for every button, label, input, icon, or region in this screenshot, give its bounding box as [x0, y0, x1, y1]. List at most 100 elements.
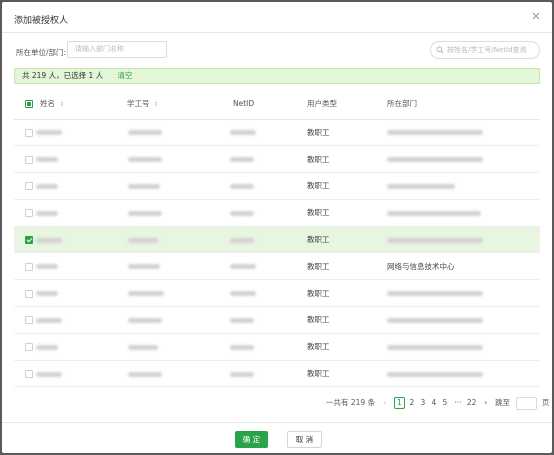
redacted-name: [36, 317, 62, 323]
user-table: 姓名 ⇕ 学工号 ⇕ NetID 用户类型 所在部门 教职工 教职工 教职工 教职工 教职工…: [14, 89, 540, 388]
row-checkbox[interactable]: [25, 128, 33, 137]
redacted-name: [36, 291, 58, 297]
col-header-dept: 所在部门: [386, 89, 540, 120]
user-type-cell: 教职工: [307, 315, 330, 325]
dept-filter-label: 所在单位/部门:: [16, 48, 67, 57]
redacted-name: [36, 130, 62, 136]
row-checkbox[interactable]: [25, 262, 33, 271]
cancel-button[interactable]: 取 消: [287, 431, 322, 448]
redacted-dept: [387, 291, 483, 297]
page-3-button[interactable]: 3: [419, 396, 427, 410]
row-checkbox[interactable]: [25, 155, 33, 164]
table-row[interactable]: 教职工: [14, 172, 540, 200]
row-checkbox[interactable]: [25, 209, 33, 218]
redacted-dept: [387, 210, 481, 216]
redacted-netid: [230, 157, 254, 163]
user-type-cell: 教职工: [307, 181, 330, 191]
redacted-dept: [387, 237, 483, 243]
page-last[interactable]: 22: [467, 396, 477, 410]
redacted-netid: [230, 291, 256, 297]
row-checkbox[interactable]: [25, 316, 33, 325]
sort-icon[interactable]: ⇕: [59, 101, 64, 108]
redacted-dept: [387, 344, 483, 350]
redacted-staff-id: [128, 237, 158, 243]
pagination-total: 一共有 219 条: [326, 398, 376, 407]
col-header-netid: NetID: [220, 89, 300, 120]
table-header-row: 姓名 ⇕ 学工号 ⇕ NetID 用户类型 所在部门: [14, 89, 540, 120]
table-row[interactable]: 教职工: [14, 145, 540, 174]
search-placeholder: 按姓名/学工号/NetId查询: [447, 46, 527, 54]
row-checkbox[interactable]: [25, 182, 33, 191]
sort-icon[interactable]: ⇕: [154, 101, 159, 108]
page-1-button[interactable]: 1: [393, 397, 405, 409]
redacted-netid: [230, 130, 256, 136]
redacted-name: [36, 210, 58, 216]
col-header-name[interactable]: 姓名 ⇕: [28, 89, 120, 120]
redacted-netid: [230, 183, 254, 189]
dialog-title: 添加被授权人: [14, 16, 69, 26]
col-header-staff-id[interactable]: 学工号 ⇕: [120, 89, 220, 120]
user-type-cell: 教职工: [307, 127, 330, 137]
user-type-cell: 教职工: [307, 342, 330, 352]
redacted-netid: [230, 210, 254, 216]
pagination-ellipsis[interactable]: ···: [454, 396, 461, 410]
jump-page-input[interactable]: [515, 396, 537, 410]
selection-summary: 共 219 人，已选择 1 人 清空: [14, 68, 540, 84]
row-checkbox[interactable]: [25, 370, 33, 379]
page-4-button[interactable]: 4: [430, 396, 438, 410]
search-input[interactable]: 按姓名/学工号/NetId查询: [430, 41, 540, 59]
header-divider: [2, 32, 552, 33]
authorize-dialog: 添加被授权人 ✕ 所在单位/部门: 请输入部门名称 按姓名/学工号/NetId查…: [2, 2, 552, 453]
redacted-netid: [230, 237, 254, 243]
redacted-name: [36, 344, 58, 350]
jump-label: 跳至: [495, 398, 511, 407]
row-checkbox[interactable]: [25, 343, 33, 352]
redacted-name: [36, 237, 62, 243]
confirm-button[interactable]: 确 定: [235, 431, 268, 448]
user-type-cell: 教职工: [307, 288, 330, 298]
redacted-dept: [387, 317, 483, 323]
table-row[interactable]: 教职工: [14, 279, 540, 308]
select-all-checkbox[interactable]: [25, 100, 33, 109]
redacted-staff-id: [128, 183, 160, 189]
dept-input[interactable]: 请输入部门名称: [67, 41, 167, 58]
redacted-staff-id: [128, 210, 162, 216]
redacted-staff-id: [128, 291, 164, 297]
redacted-staff-id: [128, 157, 162, 163]
redacted-staff-id: [128, 371, 162, 377]
dept-cell: 网络与信息技术中心: [387, 261, 455, 271]
search-icon: [436, 46, 444, 54]
row-checkbox[interactable]: [25, 236, 33, 245]
clear-selection-link[interactable]: 清空: [118, 71, 133, 80]
redacted-dept: [387, 157, 483, 163]
row-checkbox[interactable]: [25, 289, 33, 298]
summary-text: 共 219 人，已选择 1 人: [22, 71, 104, 80]
table-row[interactable]: 教职工: [14, 360, 540, 388]
redacted-name: [36, 157, 58, 163]
close-icon[interactable]: ✕: [530, 11, 542, 23]
table-row[interactable]: 教职工: [14, 199, 540, 227]
next-page-button[interactable]: ›: [482, 396, 490, 410]
table-row[interactable]: 教职工: [14, 226, 540, 254]
redacted-staff-id: [128, 264, 160, 270]
redacted-staff-id: [128, 317, 162, 323]
table-row[interactable]: 教职工: [14, 119, 540, 147]
user-type-cell: 教职工: [307, 369, 330, 379]
col-header-user-type: 用户类型: [300, 89, 386, 120]
table-row[interactable]: 教职工: [14, 306, 540, 334]
redacted-netid: [230, 371, 254, 377]
table-row[interactable]: 教职工: [14, 333, 540, 361]
page-2-button[interactable]: 2: [408, 396, 416, 410]
page-5-button[interactable]: 5: [441, 396, 449, 410]
table-row[interactable]: 教职工 网络与信息技术中心: [14, 252, 540, 281]
prev-page-button[interactable]: ‹: [380, 396, 388, 410]
redacted-dept: [387, 183, 455, 189]
redacted-staff-id: [128, 344, 158, 350]
redacted-staff-id: [128, 130, 162, 136]
footer-divider: [2, 422, 552, 423]
redacted-netid: [230, 317, 254, 323]
pagination: 一共有 219 条 ‹ 12345 ··· 22 › 跳至 页: [326, 396, 552, 410]
user-type-cell: 教职工: [307, 261, 330, 271]
redacted-netid: [230, 344, 254, 350]
redacted-netid: [230, 264, 256, 270]
